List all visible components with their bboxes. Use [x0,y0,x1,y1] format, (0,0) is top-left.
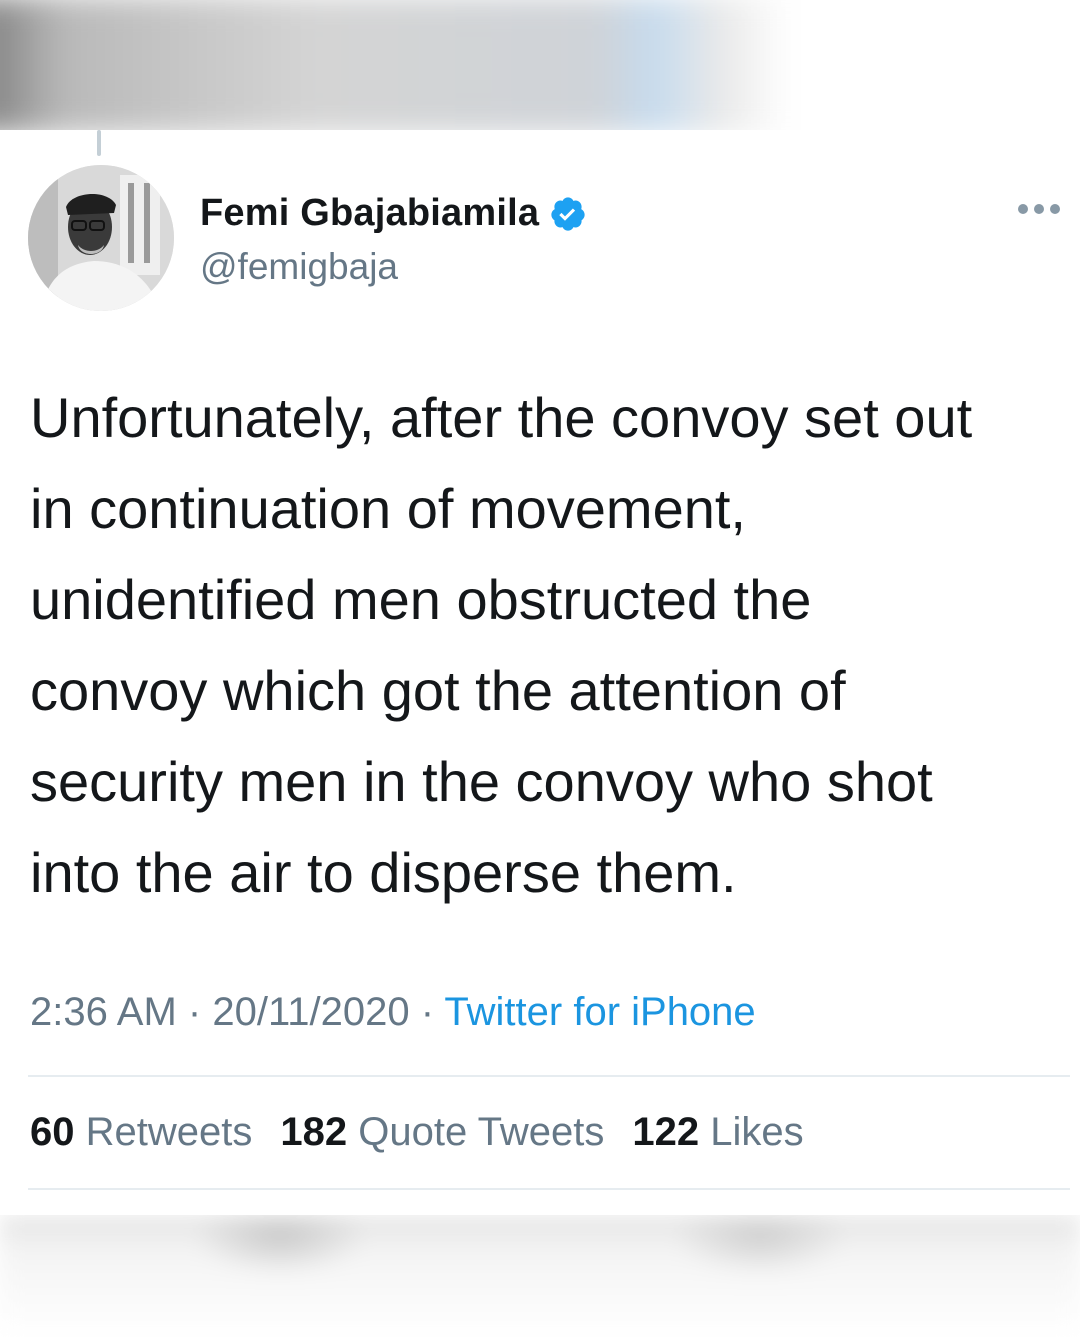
divider [28,1188,1070,1190]
tweet-metadata: 2:36 AM · 20/11/2020 · Twitter for iPhon… [30,990,756,1035]
tweet-stats: 60 Retweets 182 Quote Tweets 122 Likes [30,1110,804,1155]
tweet-date: 20/11/2020 [212,990,410,1034]
retweets-count: 60 [30,1110,75,1154]
avatar[interactable] [28,165,174,311]
retweets-label: Retweets [85,1110,253,1154]
quote-tweets-stat[interactable]: 182 Quote Tweets [280,1110,604,1155]
likes-stat[interactable]: 122 Likes [632,1110,803,1155]
likes-label: Likes [710,1110,804,1154]
profile-photo-icon [28,165,174,311]
author-name[interactable]: Femi Gbajabiamila [200,192,539,235]
tweet-source-link[interactable]: Twitter for iPhone [444,990,755,1034]
meta-separator: · [187,990,202,1034]
author-handle[interactable]: @femigbaja [200,246,398,288]
blurred-action-bar [0,1215,1080,1337]
thread-connector-line [97,130,101,156]
more-options-icon[interactable] [1018,204,1060,214]
blurred-previous-tweet [0,0,1080,130]
retweets-stat[interactable]: 60 Retweets [30,1110,252,1155]
tweet-text: Unfortunately, after the convoy set out … [30,386,973,904]
quote-tweets-label: Quote Tweets [358,1110,605,1154]
divider [28,1075,1070,1077]
tweet-time: 2:36 AM [30,990,177,1034]
verified-badge-icon [551,196,585,231]
meta-separator: · [420,990,435,1034]
quote-tweets-count: 182 [280,1110,348,1154]
likes-count: 122 [632,1110,700,1154]
author-name-row[interactable]: Femi Gbajabiamila [200,192,587,235]
